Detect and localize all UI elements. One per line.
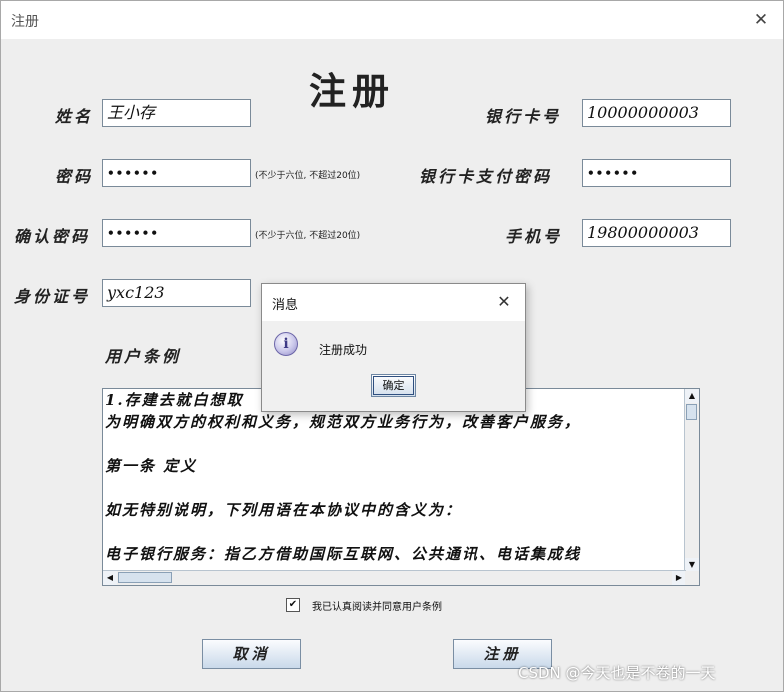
dialog-title: 消息: [272, 298, 299, 313]
bank-pay-password-field[interactable]: ••••••: [582, 159, 731, 187]
phone-label: 手机号: [505, 227, 563, 246]
password-field[interactable]: ••••••: [102, 159, 251, 187]
bank-card-field[interactable]: 10000000003: [582, 99, 731, 127]
watermark: CSDN @今天也是不卷的一天: [518, 664, 716, 682]
id-number-label: 身份证号: [14, 287, 91, 306]
bank-card-label: 银行卡号: [485, 107, 562, 126]
scroll-corner: [685, 571, 699, 585]
terms-line: 为明确双方的权利和义务，规范双方业务行为，改善客户服务，: [105, 413, 582, 431]
terms-line: [105, 477, 687, 499]
bank-pay-password-label: 银行卡支付密码: [419, 167, 553, 186]
cancel-button[interactable]: 取消: [202, 639, 301, 669]
agree-label: 我已认真阅读并同意用户条例: [312, 602, 442, 613]
id-number-field[interactable]: yxc123: [102, 279, 251, 307]
password-label: 密码: [55, 167, 94, 186]
title-bar: 注册 ✕: [1, 1, 783, 39]
dialog-close-icon[interactable]: ✕: [493, 290, 515, 314]
dialog-message: 注册成功: [319, 343, 368, 357]
close-icon[interactable]: ✕: [747, 7, 775, 33]
scroll-up-icon[interactable]: ▲: [685, 389, 699, 403]
message-dialog: 消息 ✕ i 注册成功 确定: [261, 283, 526, 412]
vertical-scrollbar[interactable]: ▲ ▼: [684, 389, 699, 572]
terms-line: 第一条 定义: [105, 457, 198, 475]
name-label: 姓名: [55, 107, 94, 126]
terms-line: [105, 521, 687, 543]
scroll-right-icon[interactable]: ▶: [672, 571, 686, 585]
window-title: 注册: [11, 14, 39, 30]
password-hint: (不少于六位, 不超过20位): [255, 171, 361, 181]
terms-text: 1.存建去就白想取 为明确双方的权利和义务，规范双方业务行为，改善客户服务， 第…: [105, 389, 687, 572]
confirm-password-label: 确认密码: [14, 227, 91, 246]
page-title: 注册: [309, 69, 395, 113]
horizontal-scrollbar[interactable]: ◀ ▶: [103, 570, 686, 585]
ok-button[interactable]: 确定: [371, 374, 416, 397]
name-field[interactable]: 王小存: [102, 99, 251, 127]
vertical-scroll-thumb[interactable]: [686, 404, 697, 420]
dialog-title-bar: 消息 ✕: [262, 284, 525, 321]
terms-line: [105, 433, 687, 455]
phone-field[interactable]: 19800000003: [582, 219, 731, 247]
horizontal-scroll-thumb[interactable]: [118, 572, 172, 583]
register-window: 注册 ✕ 注册 姓名 王小存 密码 •••••• (不少于六位, 不超过20位)…: [0, 0, 784, 692]
terms-line: 如无特别说明，下列用语在本协议中的含义为：: [105, 501, 463, 519]
confirm-password-field[interactable]: ••••••: [102, 219, 251, 247]
scroll-down-icon[interactable]: ▼: [685, 558, 699, 572]
confirm-password-hint: (不少于六位, 不超过20位): [255, 231, 361, 241]
terms-line: 电子银行服务：指乙方借助国际互联网、公共通讯、电话集成线: [105, 545, 582, 563]
scroll-left-icon[interactable]: ◀: [103, 571, 117, 585]
info-icon: i: [274, 332, 298, 356]
terms-textarea[interactable]: 1.存建去就白想取 为明确双方的权利和义务，规范双方业务行为，改善客户服务， 第…: [102, 388, 700, 586]
terms-label: 用户条例: [105, 347, 182, 366]
agree-checkbox[interactable]: ✔: [286, 598, 300, 612]
